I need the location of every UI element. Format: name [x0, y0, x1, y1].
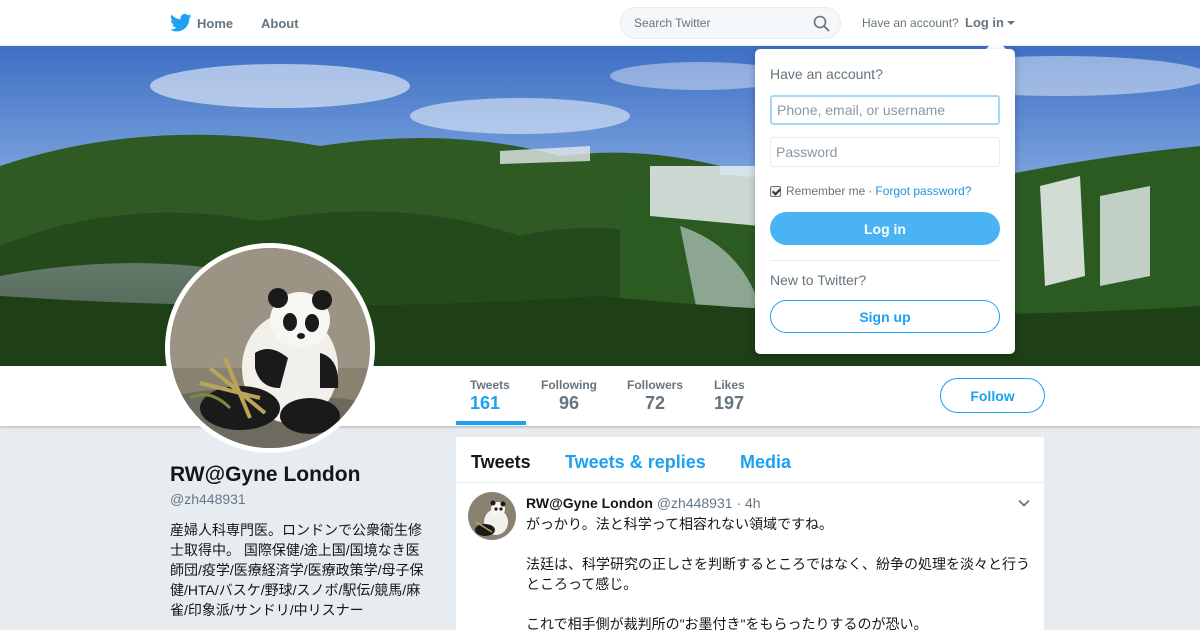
tweet-time[interactable]: 4h [745, 495, 761, 511]
login-link-label: Log in [965, 15, 1004, 30]
username-field[interactable] [770, 95, 1000, 125]
tweet-separator: · [736, 495, 742, 511]
profile-handle[interactable]: @zh448931 [170, 491, 246, 507]
tweet-line: これで相手側が裁判所の"お墨付き"をもらったりするのが恐い。 [526, 616, 928, 630]
stat-following-value: 96 [559, 393, 580, 413]
stat-followers[interactable]: Followers 72 [627, 378, 683, 414]
stat-following-label: Following [541, 378, 597, 392]
tweet-text: がっかり。法と科学って相容れない領域ですね。 法廷は、科学研究の正しさを判断する… [526, 514, 1031, 630]
stat-tweets-value: 161 [470, 393, 501, 413]
search-placeholder: Search Twitter [634, 16, 711, 30]
stat-following[interactable]: Following 96 [541, 378, 597, 414]
stat-likes-value: 197 [714, 393, 745, 413]
stat-followers-value: 72 [645, 393, 666, 413]
tweet-author-handle[interactable]: @zh448931 [657, 495, 733, 511]
timeline-tabs: Tweets Tweets & replies Media [456, 437, 1044, 483]
login-dropdown-title: Have an account? [770, 66, 883, 82]
tab-media[interactable]: Media [740, 452, 791, 473]
home-link[interactable]: Home [170, 13, 233, 33]
tweet-author-name[interactable]: RW@Gyne London [526, 495, 653, 511]
search-input[interactable]: Search Twitter [620, 7, 841, 39]
dropdown-divider [770, 260, 1000, 261]
stat-tweets-label: Tweets [470, 378, 510, 392]
active-tab-underline [456, 421, 526, 425]
caret-down-icon [1007, 21, 1015, 25]
new-to-twitter-text: New to Twitter? [770, 272, 867, 288]
tweet-line: がっかり。法と科学って相容れない領域ですね。 [526, 516, 834, 532]
panda-avatar-thumb [468, 492, 516, 540]
profile-name[interactable]: RW@Gyne London [170, 463, 360, 487]
remember-me-row: Remember me · Forgot password? [770, 184, 971, 198]
forgot-password-link[interactable]: Forgot password? [875, 184, 971, 198]
about-link[interactable]: About [261, 16, 299, 31]
twitter-bird-icon [170, 13, 192, 32]
top-nav-bar: Home About Search Twitter Have an accoun… [0, 0, 1200, 46]
login-button[interactable]: Log in [770, 212, 1000, 245]
login-dropdown: Have an account? Remember me · Forgot pa… [755, 49, 1015, 354]
login-dropdown-toggle[interactable]: Log in [965, 15, 1015, 30]
dropdown-caret [986, 39, 1006, 49]
password-field[interactable] [770, 137, 1000, 167]
tweet-line: 法廷は、科学研究の正しさを判断するところではなく、紛争の処理を淡々と行うところっ… [526, 556, 1030, 592]
have-account-text: Have an account? [862, 16, 959, 30]
timeline: Tweets Tweets & replies Media RW@Gyne Lo… [456, 437, 1044, 630]
remember-me-label[interactable]: Remember me [786, 184, 865, 198]
stat-tweets[interactable]: Tweets 161 [470, 378, 510, 414]
follow-button[interactable]: Follow [940, 378, 1045, 413]
tweet-header: RW@Gyne London @zh448931 · 4h [526, 495, 761, 511]
profile-bio: 産婦人科専門医。ロンドンで公衆衛生修士取得中。 国際保健/途上国/国境なき医師団… [170, 522, 424, 618]
chevron-down-icon[interactable] [1018, 497, 1030, 509]
stat-likes[interactable]: Likes 197 [714, 378, 745, 414]
stat-likes-label: Likes [714, 378, 745, 392]
tab-tweets[interactable]: Tweets [471, 452, 531, 473]
tweet-avatar[interactable] [468, 492, 516, 540]
tweet-item[interactable]: RW@Gyne London @zh448931 · 4h がっかり。法と科学っ… [456, 483, 1044, 630]
profile-avatar[interactable] [165, 243, 375, 453]
home-label: Home [197, 15, 234, 31]
panda-avatar-image [170, 248, 370, 448]
search-icon[interactable] [813, 15, 830, 32]
remember-separator: · [868, 184, 873, 198]
tab-tweets-replies[interactable]: Tweets & replies [565, 452, 706, 473]
stat-followers-label: Followers [627, 378, 684, 392]
remember-me-checkbox[interactable] [770, 185, 781, 197]
signup-button[interactable]: Sign up [770, 300, 1000, 333]
